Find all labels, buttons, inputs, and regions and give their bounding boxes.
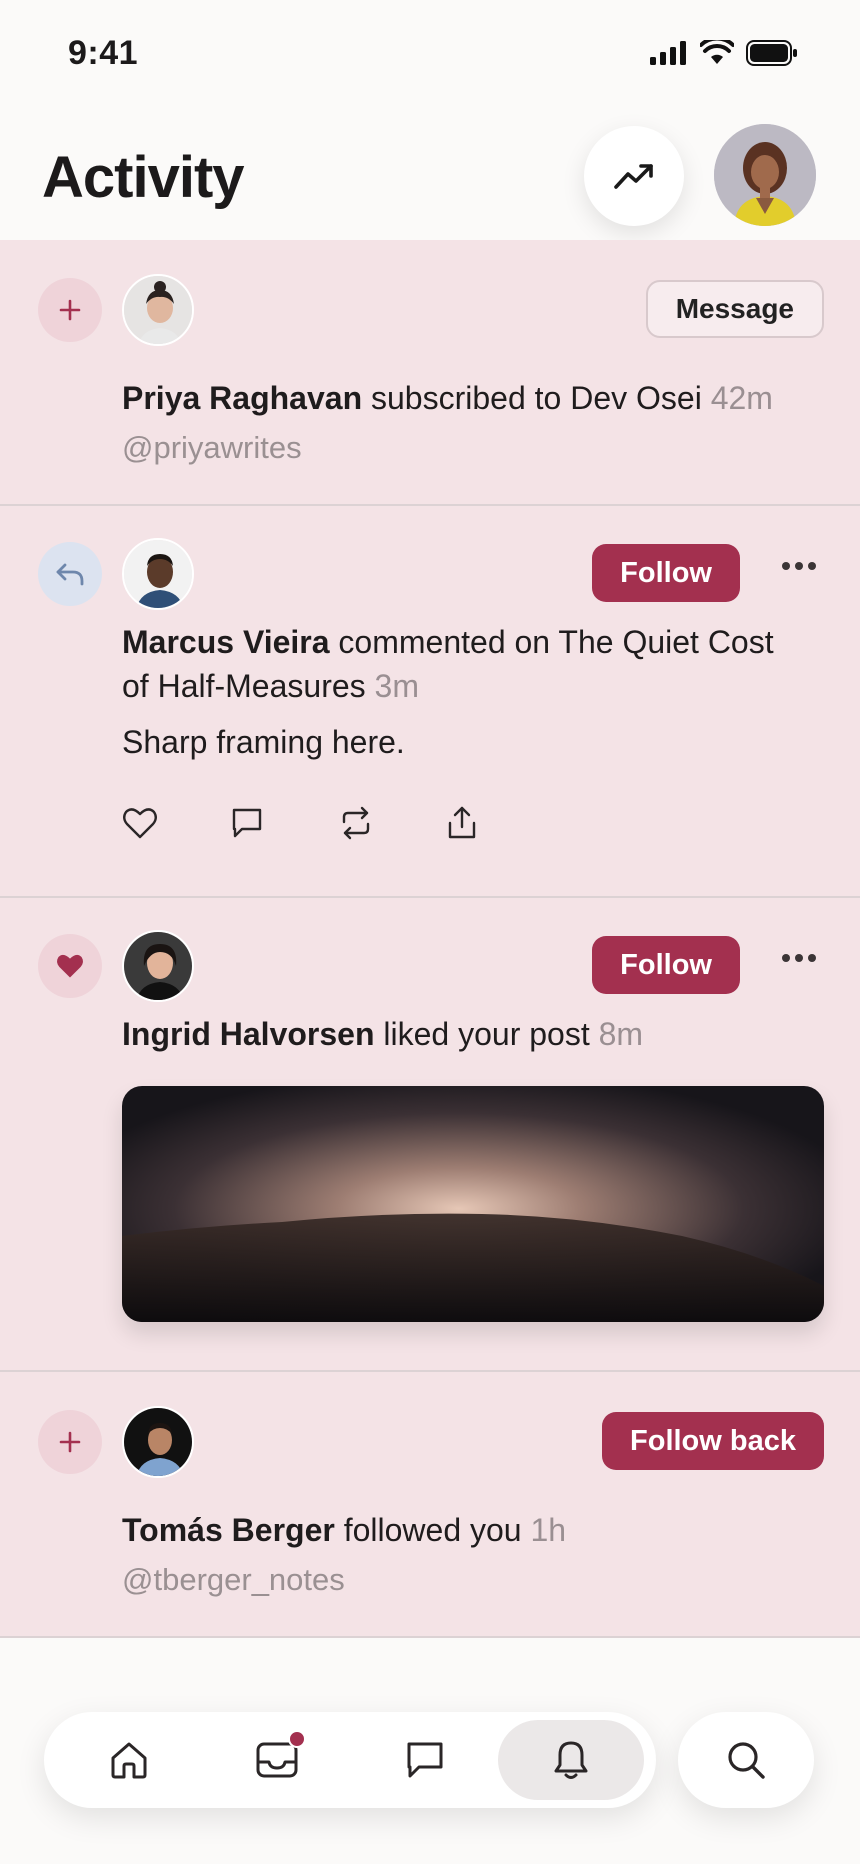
home-icon [111,1742,147,1779]
messages-icon [407,1742,443,1778]
tab-notifications[interactable] [498,1720,644,1800]
follow-button[interactable]: Follow [592,936,740,994]
activity-action: liked your post [383,1016,590,1052]
signal-icon [650,41,686,65]
more-options-button[interactable] [774,938,824,978]
subscribe-badge [38,278,102,342]
activity-text: Ingrid Halvorsen liked your post 8m [122,1012,800,1056]
activity-item-comment: Follow Marcus Vieira commented on The Qu… [0,506,860,898]
timestamp: 3m [374,668,419,704]
activity-text: Tomás Berger followed you 1h [122,1508,800,1552]
profile-avatar[interactable] [714,124,816,226]
activity-text: Marcus Vieira commented on The Quiet Cos… [122,620,800,708]
page-title: Activity [42,145,245,210]
message-button[interactable]: Message [645,280,824,338]
comment-text: Sharp framing here. [122,724,405,760]
avatar[interactable] [122,1406,194,1478]
wifi-icon [700,40,734,64]
timestamp: 42m [710,380,773,416]
repost-button[interactable] [338,798,446,848]
status-time: 9:41 [68,34,139,72]
activity-action: subscribed to Dev Osei [371,380,702,416]
heart-icon [123,808,157,839]
unread-dot [288,1730,306,1748]
post-actions [122,798,554,848]
more-options-button[interactable] [774,546,824,586]
activity-item-follow: Follow back Tomás Berger followed you 1h… [0,1372,860,1638]
search-icon [728,1742,765,1779]
search-button[interactable] [678,1712,814,1808]
timestamp: 1h [530,1512,567,1548]
plus-icon [59,299,81,321]
more-dot [795,954,803,962]
activity-text: Priya Raghavan subscribed to Dev Osei 42… [122,376,800,420]
share-button[interactable] [446,798,554,848]
like-badge [38,934,102,998]
trending-button[interactable] [584,126,684,226]
more-dot [808,562,816,570]
share-icon [448,806,476,839]
tab-home[interactable] [56,1720,202,1800]
reply-badge [38,542,102,606]
user-name[interactable]: Priya Raghavan [122,380,362,416]
follow-back-button[interactable]: Follow back [602,1412,824,1470]
user-name[interactable]: Marcus Vieira [122,624,330,660]
follow-badge [38,1410,102,1474]
post-image[interactable] [122,1086,824,1322]
reply-icon [56,563,84,586]
battery-icon [746,40,797,66]
like-button[interactable] [122,798,230,848]
status-bar: 9:41 [0,0,860,110]
more-dot [795,562,803,570]
more-dot [782,562,790,570]
tab-bar [44,1712,656,1808]
more-dot [782,954,790,962]
comment-icon [232,808,262,838]
avatar[interactable] [122,274,194,346]
status-icons [650,40,798,66]
activity-feed: Message Priya Raghavan subscribed to Dev… [0,240,860,1638]
heart-filled-icon [57,954,83,978]
user-handle[interactable]: @tberger_notes [122,1562,345,1598]
user-name[interactable]: Ingrid Halvorsen [122,1016,375,1052]
activity-item-like: Follow Ingrid Halvorsen liked your post … [0,898,860,1372]
reply-button[interactable] [230,798,338,848]
plus-icon [59,1431,81,1453]
more-dot [808,954,816,962]
avatar[interactable] [122,930,194,1002]
bell-icon [554,1741,588,1779]
tab-inbox[interactable] [204,1720,350,1800]
activity-item-subscribe: Message Priya Raghavan subscribed to Dev… [0,240,860,506]
activity-action: followed you [343,1512,522,1548]
avatar[interactable] [122,538,194,610]
timestamp: 8m [598,1016,644,1052]
tab-messages[interactable] [352,1720,498,1800]
repost-icon [342,806,370,840]
trending-icon [614,164,653,189]
user-handle[interactable]: @priyawrites [122,430,302,466]
header: Activity [0,110,860,240]
follow-button[interactable]: Follow [592,544,740,602]
user-name[interactable]: Tomás Berger [122,1512,335,1548]
